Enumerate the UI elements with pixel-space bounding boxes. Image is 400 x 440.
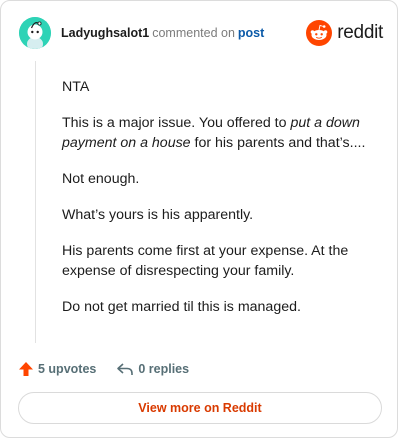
- comment-text: Not enough.: [62, 171, 140, 187]
- comment-paragraph: Not enough.: [62, 169, 382, 189]
- replies-button[interactable]: 0 replies: [116, 361, 189, 377]
- comment-header: Ladyughsalot1 commented on post reddit: [19, 17, 383, 51]
- comment-text: What’s yours is his apparently.: [62, 207, 254, 223]
- comment-paragraph: NTA: [62, 77, 382, 97]
- comment-body: NTA This is a major issue. You offered to…: [62, 77, 382, 333]
- reddit-wordmark: reddit: [337, 22, 383, 43]
- reddit-snoo-icon: [306, 20, 333, 46]
- reply-count: 0 replies: [138, 362, 190, 376]
- comment-paragraph: This is a major issue. You offered to pu…: [62, 113, 382, 153]
- post-link[interactable]: post: [238, 26, 264, 40]
- comment-meta: Ladyughsalot1 commented on post: [61, 26, 264, 40]
- view-more-button[interactable]: View more on Reddit: [18, 392, 382, 424]
- comment-text: Do not get married til this is managed.: [62, 299, 301, 315]
- comment-embed-card: Ladyughsalot1 commented on post reddit NTA…: [0, 0, 398, 438]
- upvote-arrow-icon: [19, 362, 33, 376]
- user-avatar[interactable]: [19, 17, 51, 49]
- reply-arrow-icon: [117, 363, 134, 375]
- comment-paragraph: What’s yours is his apparently.: [62, 205, 382, 225]
- snoo-avatar-icon: [19, 17, 51, 49]
- comment-text: This is a major issue. You offered to: [62, 115, 291, 131]
- upvote-count: 5 upvotes: [38, 362, 97, 376]
- comment-text: His parents come first at your expense. …: [62, 243, 349, 279]
- comment-actions: 5 upvotes 0 replies: [18, 359, 189, 379]
- thread-line: [35, 61, 36, 343]
- comment-paragraph: Do not get married til this is managed.: [62, 297, 382, 317]
- commented-on-text: commented on: [152, 26, 235, 40]
- upvote-button[interactable]: 5 upvotes: [18, 361, 96, 377]
- comment-text: NTA: [62, 79, 90, 95]
- comment-text: for his parents and that’s....: [190, 135, 366, 151]
- comment-paragraph: His parents come first at your expense. …: [62, 241, 382, 281]
- username-link[interactable]: Ladyughsalot1: [61, 26, 149, 40]
- reddit-logo[interactable]: reddit: [306, 19, 383, 47]
